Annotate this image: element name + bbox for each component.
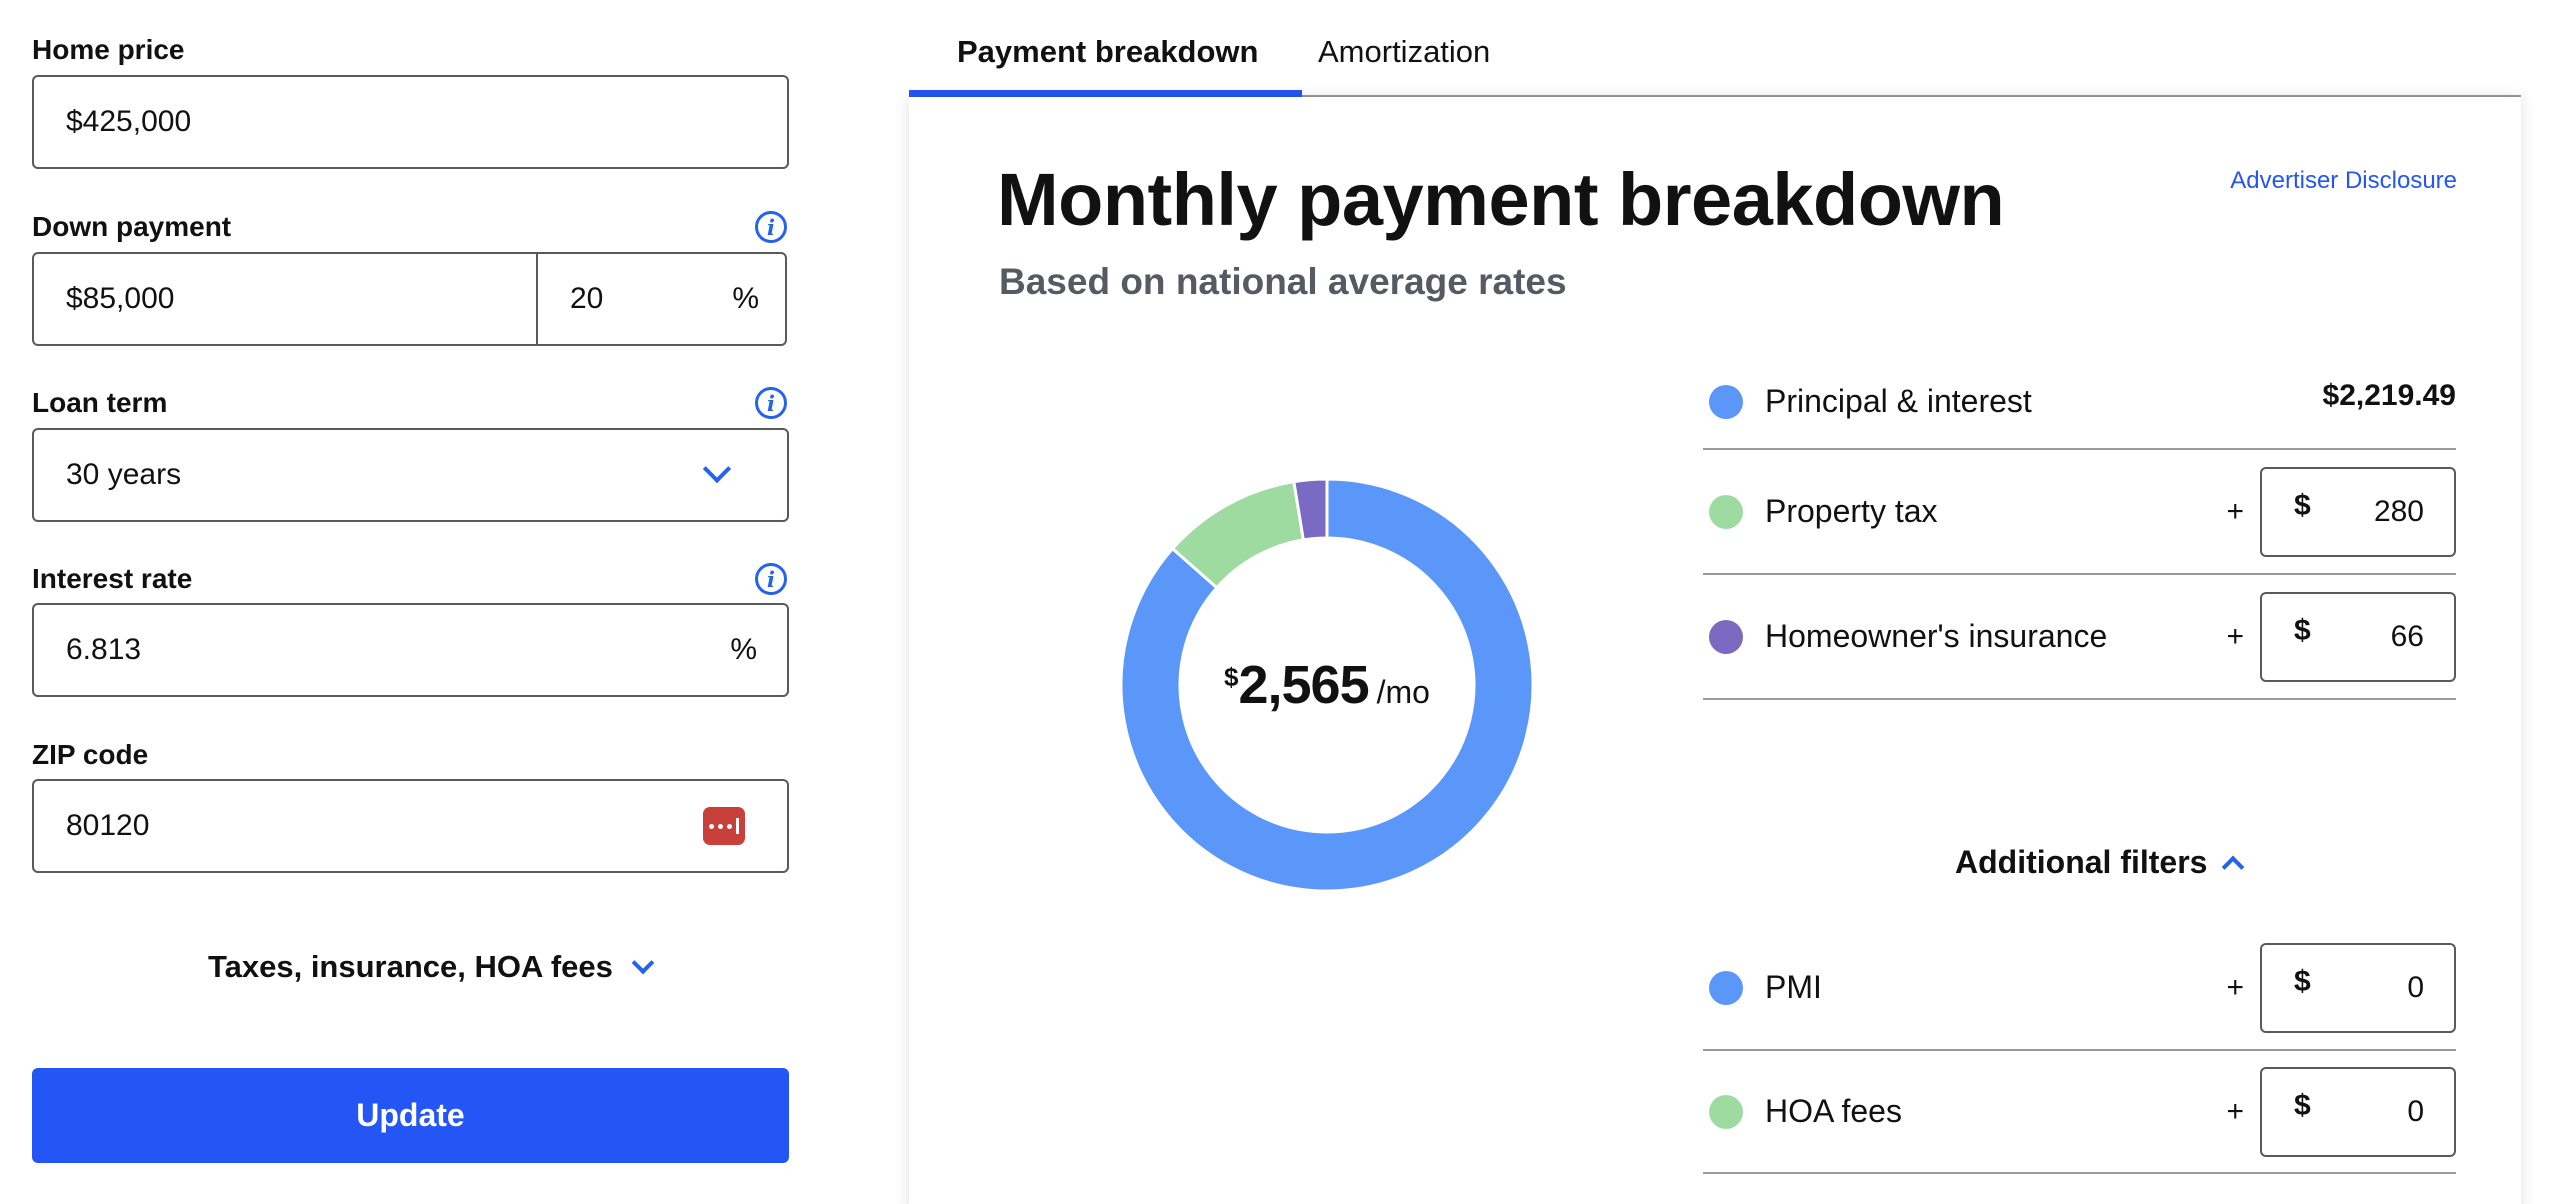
pmi-input[interactable]: $ 0 <box>2260 942 2456 1033</box>
down-payment-amount-value: $85,000 <box>66 282 175 315</box>
legend-label: Homeowner's insurance <box>1765 618 2108 654</box>
interest-rate-label: Interest rate <box>32 563 193 594</box>
loan-term-info-icon[interactable]: i <box>755 387 787 419</box>
legend-label: Principal & interest <box>1765 383 2032 419</box>
legend-amount: $2,219.49 <box>2322 378 2456 412</box>
home-price-label: Home price <box>32 34 185 65</box>
loan-term-select[interactable]: 30 years <box>32 428 789 522</box>
pmi-value: 0 <box>2407 970 2424 1004</box>
legend-row-homeowners-insurance: Homeowner's insurance + $ 66 <box>1703 575 2456 700</box>
legend-dot <box>1709 1094 1743 1129</box>
legend-row-property-tax: Property tax + $ 280 <box>1703 450 2456 575</box>
percent-suffix: % <box>730 633 757 666</box>
loan-term-label: Loan term <box>32 387 168 418</box>
tab-payment-breakdown[interactable]: Payment breakdown <box>957 34 1258 70</box>
loan-term-value: 30 years <box>66 458 182 491</box>
advertiser-disclosure-link[interactable]: Advertiser Disclosure <box>2230 167 2457 195</box>
payment-breakdown-card: Monthly payment breakdown Based on natio… <box>909 97 2521 1204</box>
legend-row-pmi: PMI + $ 0 <box>1703 926 2456 1051</box>
chevron-up-icon <box>2222 855 2245 878</box>
down-payment-percent-value: 20 <box>570 282 604 315</box>
legend-dot <box>1709 970 1743 1005</box>
tab-bar: Payment breakdown Amortization <box>909 0 2521 98</box>
total-period: /mo <box>1376 674 1430 710</box>
property-tax-input[interactable]: $ 280 <box>2260 466 2456 557</box>
legend-label: Property tax <box>1765 493 1938 529</box>
zip-code-value: 80120 <box>66 809 150 842</box>
legend-label: HOA fees <box>1765 1093 1902 1129</box>
down-payment-info-icon[interactable]: i <box>755 211 787 243</box>
home-price-input[interactable]: $425,000 <box>32 75 789 169</box>
hoa-fees-input[interactable]: $ 0 <box>2260 1066 2456 1157</box>
dollar-sign: $ <box>2294 613 2311 647</box>
donut-chart: $ 2,565 /mo <box>1117 475 1537 895</box>
dollar-sign: $ <box>2294 1088 2311 1122</box>
legend-label: PMI <box>1765 969 1822 1005</box>
total-currency: $ <box>1224 662 1239 692</box>
down-payment-input-group: $85,000 20 % <box>32 252 787 346</box>
update-button[interactable]: Update <box>32 1068 789 1163</box>
legend-row-hoa-fees: HOA fees + $ 0 <box>1703 1051 2456 1174</box>
additional-filters-toggle[interactable]: Additional filters <box>1955 844 2245 881</box>
homeowners-insurance-value: 66 <box>2390 619 2424 653</box>
down-payment-label: Down payment <box>32 211 232 242</box>
chevron-down-icon <box>702 454 732 484</box>
zip-code-label: ZIP code <box>32 739 149 770</box>
chevron-down-icon <box>631 951 655 975</box>
card-subtitle: Based on national average rates <box>999 261 1567 302</box>
active-tab-indicator <box>909 90 1302 97</box>
mortgage-calculator: Home price $425,000 Down payment i $85,0… <box>0 0 2560 1204</box>
zip-code-input[interactable]: 80120 <box>32 779 789 873</box>
taxes-insurance-toggle-label: Taxes, insurance, HOA fees <box>208 949 613 984</box>
interest-rate-value: 6.813 <box>66 633 142 666</box>
legend-dot <box>1709 384 1743 419</box>
down-payment-amount-input[interactable]: $85,000 <box>34 254 538 344</box>
legend-dot <box>1709 494 1743 529</box>
property-tax-value: 280 <box>2373 494 2424 528</box>
interest-rate-input[interactable]: 6.813 % <box>32 603 789 697</box>
legend-row-principal-interest: Principal & interest $2,219.49 <box>1703 355 2456 450</box>
plus-sign: + <box>2226 494 2244 528</box>
additional-filters-label: Additional filters <box>1955 844 2208 880</box>
taxes-insurance-toggle[interactable]: Taxes, insurance, HOA fees <box>208 949 655 985</box>
hoa-fees-value: 0 <box>2407 1094 2424 1128</box>
card-title: Monthly payment breakdown <box>997 158 2005 241</box>
homeowners-insurance-input[interactable]: $ 66 <box>2260 591 2456 682</box>
total-amount: 2,565 <box>1238 655 1369 715</box>
plus-sign: + <box>2226 970 2244 1004</box>
interest-rate-info-icon[interactable]: i <box>755 563 787 595</box>
percent-suffix: % <box>732 282 759 315</box>
donut-center-total: $ 2,565 /mo <box>1117 475 1537 895</box>
dollar-sign: $ <box>2294 964 2311 998</box>
plus-sign: + <box>2226 619 2244 653</box>
password-manager-icon[interactable] <box>703 807 745 845</box>
dollar-sign: $ <box>2294 488 2311 522</box>
legend-dot <box>1709 619 1743 654</box>
down-payment-percent-input[interactable]: 20 % <box>538 282 785 316</box>
plus-sign: + <box>2226 1094 2244 1128</box>
tab-amortization[interactable]: Amortization <box>1318 34 1490 70</box>
home-price-value: $425,000 <box>66 105 192 138</box>
